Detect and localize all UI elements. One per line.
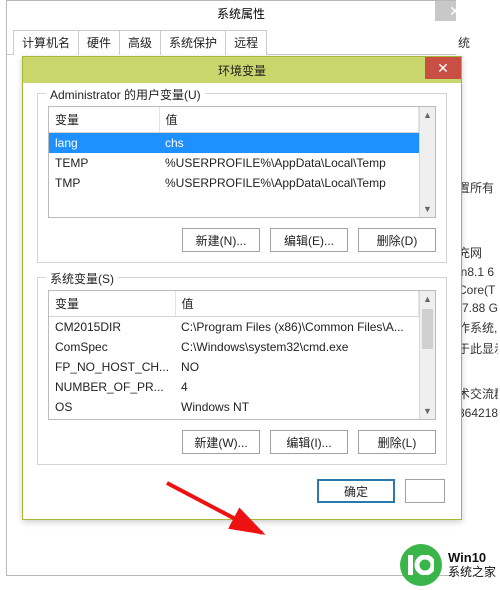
env-dialog-title: 环境变量 (218, 62, 266, 79)
tab-computer-name[interactable]: 计算机名 (13, 30, 79, 55)
table-row[interactable]: NUMBER_OF_PR...4 (49, 377, 419, 397)
user-variables-table[interactable]: 变量 值 langchsTEMP%USERPROFILE%\AppData\Lo… (49, 107, 419, 193)
tab-advanced[interactable]: 高级 (119, 30, 161, 55)
scroll-up-icon[interactable]: ▲ (420, 291, 435, 307)
bg-text: 作系统, (458, 319, 498, 336)
user-variables-table-wrap: 变量 值 langchsTEMP%USERPROFILE%\AppData\Lo… (48, 106, 436, 218)
var-value-cell: %USERPROFILE%\AppData\Local\Temp (159, 173, 419, 193)
system-properties-title: 系统属性 (217, 5, 265, 22)
var-name-cell: lang (49, 133, 159, 154)
bg-text: in8.1 6 (458, 265, 498, 279)
scroll-down-icon[interactable]: ▼ (420, 201, 435, 217)
table-row[interactable]: OSWindows NT (49, 397, 419, 417)
ok-button[interactable]: 确定 (317, 479, 395, 503)
col-header-value[interactable]: 值 (175, 291, 418, 317)
watermark-line1: Win10 (448, 551, 496, 565)
var-name-cell: TMP (49, 173, 159, 193)
bg-text: 于此显示 (458, 340, 498, 357)
bg-text: 统 (458, 34, 498, 51)
table-row[interactable]: FP_NO_HOST_CH...NO (49, 357, 419, 377)
table-row[interactable]: CM2015DIRC:\Program Files (x86)\Common F… (49, 317, 419, 338)
var-name-cell: OS (49, 397, 175, 417)
tab-system-protection[interactable]: 系统保护 (160, 30, 226, 55)
user-variables-group: Administrator 的用户变量(U) 变量 值 langchsTEMP%… (37, 93, 447, 263)
bg-text: Core(T (458, 283, 498, 297)
var-name-cell: FP_NO_HOST_CH... (49, 357, 175, 377)
system-properties-titlebar: 系统属性 ✕ (7, 1, 475, 25)
bg-text: 充网 (458, 244, 498, 261)
table-row[interactable]: TEMP%USERPROFILE%\AppData\Local\Temp (49, 153, 419, 173)
sys-vars-scrollbar[interactable]: ▲ ▼ (419, 291, 435, 419)
background-right-panel: 统 置所有 充网 in8.1 6 Core(T (7.88 G 作系统, 于此显… (456, 0, 500, 590)
watermark: Win10 系统之家 (400, 544, 496, 586)
user-vars-scrollbar[interactable]: ▲ ▼ (419, 107, 435, 217)
system-variables-table[interactable]: 变量 值 CM2015DIRC:\Program Files (x86)\Com… (49, 291, 419, 417)
environment-variables-dialog: 环境变量 ✕ Administrator 的用户变量(U) 变量 值 langc… (22, 56, 462, 520)
col-header-variable[interactable]: 变量 (49, 107, 159, 133)
var-name-cell: NUMBER_OF_PR... (49, 377, 175, 397)
bg-text: 864218 (458, 406, 498, 420)
user-delete-button[interactable]: 删除(D) (358, 228, 436, 252)
bg-text: 置所有 (458, 179, 498, 196)
var-name-cell: TEMP (49, 153, 159, 173)
scrollbar-thumb[interactable] (422, 309, 433, 349)
table-row[interactable]: langchs (49, 133, 419, 154)
system-properties-tabs: 计算机名 硬件 高级 系统保护 远程 (7, 25, 475, 55)
tab-hardware[interactable]: 硬件 (78, 30, 120, 55)
var-value-cell: chs (159, 133, 419, 154)
watermark-logo-icon (400, 544, 442, 586)
var-name-cell: CM2015DIR (49, 317, 175, 338)
watermark-text: Win10 系统之家 (448, 551, 496, 578)
cancel-button-partial[interactable] (405, 479, 445, 503)
user-new-button[interactable]: 新建(N)... (182, 228, 260, 252)
watermark-line2: 系统之家 (448, 566, 496, 579)
user-variables-label: Administrator 的用户变量(U) (46, 86, 205, 103)
tab-remote[interactable]: 远程 (225, 30, 267, 55)
system-variables-table-wrap: 变量 值 CM2015DIRC:\Program Files (x86)\Com… (48, 290, 436, 420)
var-value-cell: C:\Windows\system32\cmd.exe (175, 337, 418, 357)
var-value-cell: 4 (175, 377, 418, 397)
env-dialog-close-button[interactable]: ✕ (425, 57, 461, 79)
close-icon: ✕ (437, 60, 449, 77)
sys-delete-button[interactable]: 删除(L) (358, 430, 436, 454)
table-row[interactable]: TMP%USERPROFILE%\AppData\Local\Temp (49, 173, 419, 193)
bg-text: (7.88 G (458, 301, 498, 315)
var-name-cell: ComSpec (49, 337, 175, 357)
scroll-up-icon[interactable]: ▲ (420, 107, 435, 123)
var-value-cell: NO (175, 357, 418, 377)
var-value-cell: Windows NT (175, 397, 418, 417)
col-header-variable[interactable]: 变量 (49, 291, 175, 317)
scroll-down-icon[interactable]: ▼ (420, 403, 435, 419)
table-row[interactable]: ComSpecC:\Windows\system32\cmd.exe (49, 337, 419, 357)
system-variables-group: 系统变量(S) 变量 值 CM2015DIRC:\Program Files (… (37, 277, 447, 465)
sys-new-button[interactable]: 新建(W)... (182, 430, 260, 454)
col-header-value[interactable]: 值 (159, 107, 419, 133)
system-variables-label: 系统变量(S) (46, 270, 118, 287)
bg-text: 术交流群 (458, 385, 498, 402)
sys-edit-button[interactable]: 编辑(I)... (270, 430, 348, 454)
env-dialog-titlebar[interactable]: 环境变量 ✕ (23, 57, 461, 83)
user-edit-button[interactable]: 编辑(E)... (270, 228, 348, 252)
var-value-cell: C:\Program Files (x86)\Common Files\A... (175, 317, 418, 338)
var-value-cell: %USERPROFILE%\AppData\Local\Temp (159, 153, 419, 173)
